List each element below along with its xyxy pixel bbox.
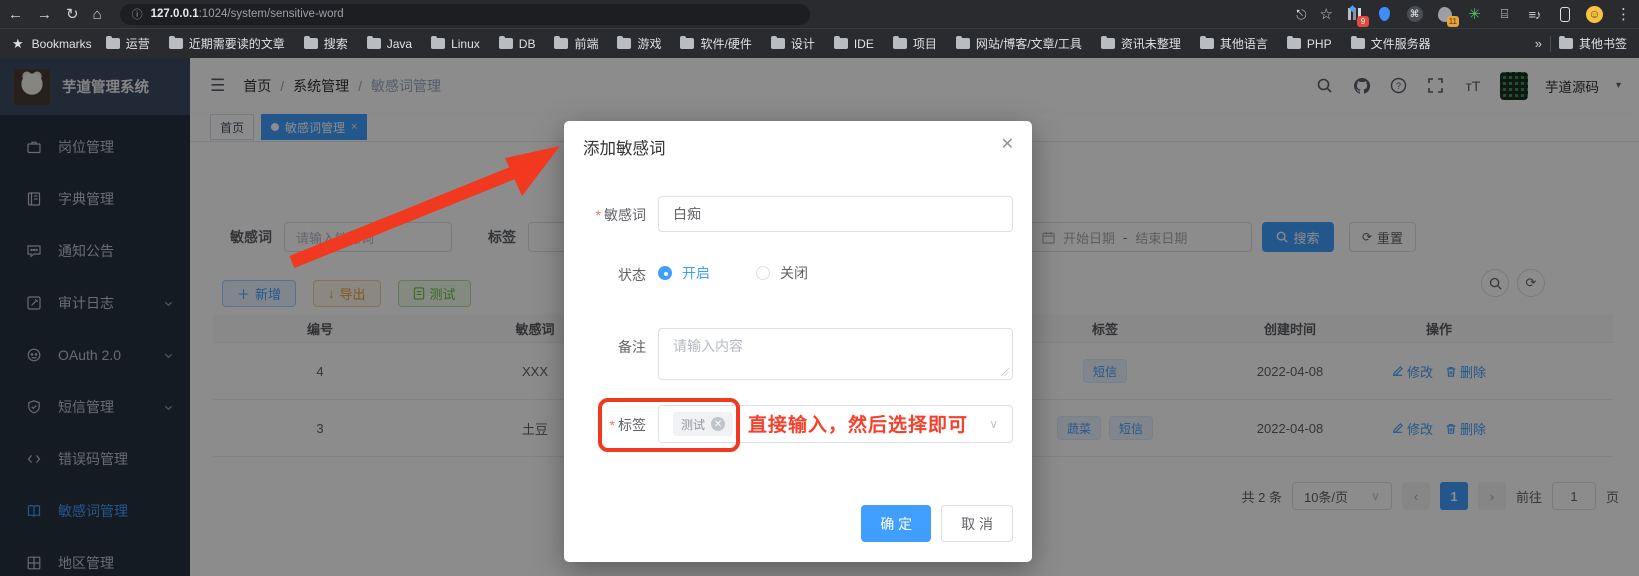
chrome-menu-icon[interactable]: ⋮ — [1616, 7, 1631, 22]
other-bookmarks-folder[interactable]: 其他书签 — [1558, 35, 1627, 52]
bookmark-folder[interactable]: IDE — [833, 36, 874, 51]
modal-remark-textarea[interactable]: 请输入内容 — [658, 328, 1013, 380]
annotation-note: 直接输入，然后选择即可 — [748, 415, 969, 436]
extensions-puzzle-icon[interactable]: ⌸ — [1496, 6, 1513, 23]
modal-word-label: * 敏感词 — [595, 207, 646, 223]
home-icon[interactable]: ⌂ — [93, 7, 102, 22]
folder-icon — [1286, 36, 1301, 49]
browser-chrome: ← → ↻ ⌂ ⓘ 127.0.0.1:1024/system/sensitiv… — [0, 0, 1639, 58]
extension-phone-icon[interactable] — [1556, 6, 1573, 23]
folder-icon — [955, 36, 970, 49]
folder-icon — [617, 36, 632, 49]
bookmark-folder[interactable]: 项目 — [892, 35, 937, 52]
bookmark-folder[interactable]: 游戏 — [617, 35, 661, 52]
bookmarks-star-icon[interactable]: ★ — [12, 36, 24, 52]
add-sensitive-word-dialog: 添加敏感词 ✕ * 敏感词 白痴 状态 开启 关闭 备注 请输入内容 * 标签 测试… — [564, 121, 1032, 562]
folder-icon — [770, 36, 785, 49]
folder-icon — [554, 36, 569, 49]
folder-icon — [680, 36, 695, 49]
extension-blob-icon[interactable]: 11 — [1436, 6, 1459, 27]
bookmark-folder[interactable]: 软件/硬件 — [680, 35, 752, 52]
address-bar[interactable]: ⓘ 127.0.0.1:1024/system/sensitive-word — [119, 3, 810, 25]
folder-icon — [431, 36, 446, 49]
extension-stats-icon[interactable]: ◆ 9 — [1346, 3, 1369, 27]
annotation-highlight-box — [598, 398, 740, 452]
bookmark-folder[interactable]: 近期需要读的文章 — [168, 35, 285, 52]
folder-icon — [1350, 36, 1365, 49]
select-chevron-down-icon: ∨ — [989, 417, 998, 431]
radio-off-label[interactable]: 关闭 — [780, 263, 808, 283]
bookmark-folder[interactable]: 其他语言 — [1199, 35, 1268, 52]
extension-media-icon[interactable]: ≡♪ — [1526, 6, 1543, 23]
folder-icon — [1100, 36, 1115, 49]
radio-status-on[interactable] — [658, 266, 672, 280]
folder-icon — [366, 36, 381, 49]
bookmark-folder[interactable]: 搜索 — [303, 35, 348, 52]
bookmark-folder[interactable]: Linux — [431, 36, 480, 51]
share-icon[interactable]: ⎋ — [1296, 8, 1306, 21]
bookmarks-bar: ★ Bookmarks 运营 近期需要读的文章 搜索 Java Linux DB 前端 游戏 软… — [0, 28, 1639, 58]
back-icon[interactable]: ← — [8, 7, 23, 22]
folder-icon — [498, 36, 513, 49]
dialog-close-icon[interactable]: ✕ — [1001, 134, 1014, 154]
resize-grip[interactable] — [1001, 368, 1009, 376]
extension-command-icon[interactable]: ⌘ — [1406, 6, 1423, 23]
profile-avatar[interactable]: ☺ — [1586, 5, 1603, 23]
cancel-button[interactable]: 取 消 — [941, 505, 1013, 542]
bookmark-folder[interactable]: Java — [366, 36, 412, 51]
site-info-icon[interactable]: ⓘ — [132, 6, 143, 22]
extension-clip-icon[interactable]: ✳ — [1466, 6, 1483, 23]
bookmark-folder[interactable]: DB — [498, 36, 535, 51]
bookmarks-label[interactable]: Bookmarks — [32, 37, 92, 51]
bookmark-folder[interactable]: 前端 — [554, 35, 598, 52]
folder-icon — [892, 36, 907, 49]
radio-on-label[interactable]: 开启 — [682, 263, 710, 283]
modal-remark-label: 备注 — [618, 339, 646, 355]
dialog-title: 添加敏感词 — [583, 140, 666, 158]
bookmarks-overflow-chevron[interactable]: » — [1535, 36, 1542, 51]
bookmark-folder[interactable]: 资讯未整理 — [1100, 35, 1181, 52]
folder-icon — [168, 36, 183, 49]
url-text: 127.0.0.1:1024/system/sensitive-word — [150, 8, 344, 20]
bookmark-folder[interactable]: PHP — [1286, 36, 1332, 51]
bookmarks-divider — [1549, 35, 1551, 52]
bookmark-folder[interactable]: 设计 — [770, 35, 815, 52]
modal-status-label: 状态 — [618, 267, 646, 283]
folder-icon — [105, 36, 120, 49]
reload-icon[interactable]: ↻ — [66, 7, 79, 22]
forward-icon[interactable]: → — [37, 7, 52, 22]
confirm-button[interactable]: 确 定 — [861, 505, 932, 542]
bookmark-star-icon[interactable]: ☆ — [1320, 7, 1333, 22]
folder-icon — [1558, 36, 1573, 49]
folder-icon — [833, 36, 848, 49]
modal-word-input[interactable]: 白痴 — [658, 196, 1013, 232]
bookmark-folder[interactable]: 运营 — [105, 35, 150, 52]
folder-icon — [1199, 36, 1214, 49]
extension-drop-icon[interactable] — [1376, 6, 1393, 23]
bookmark-folder[interactable]: 文件服务器 — [1350, 35, 1431, 52]
browser-toolbar: ← → ↻ ⌂ ⓘ 127.0.0.1:1024/system/sensitiv… — [0, 0, 1639, 28]
folder-icon — [303, 36, 318, 49]
bookmark-folder[interactable]: 网站/博客/文章/工具 — [955, 35, 1082, 52]
radio-status-off[interactable] — [756, 266, 770, 280]
